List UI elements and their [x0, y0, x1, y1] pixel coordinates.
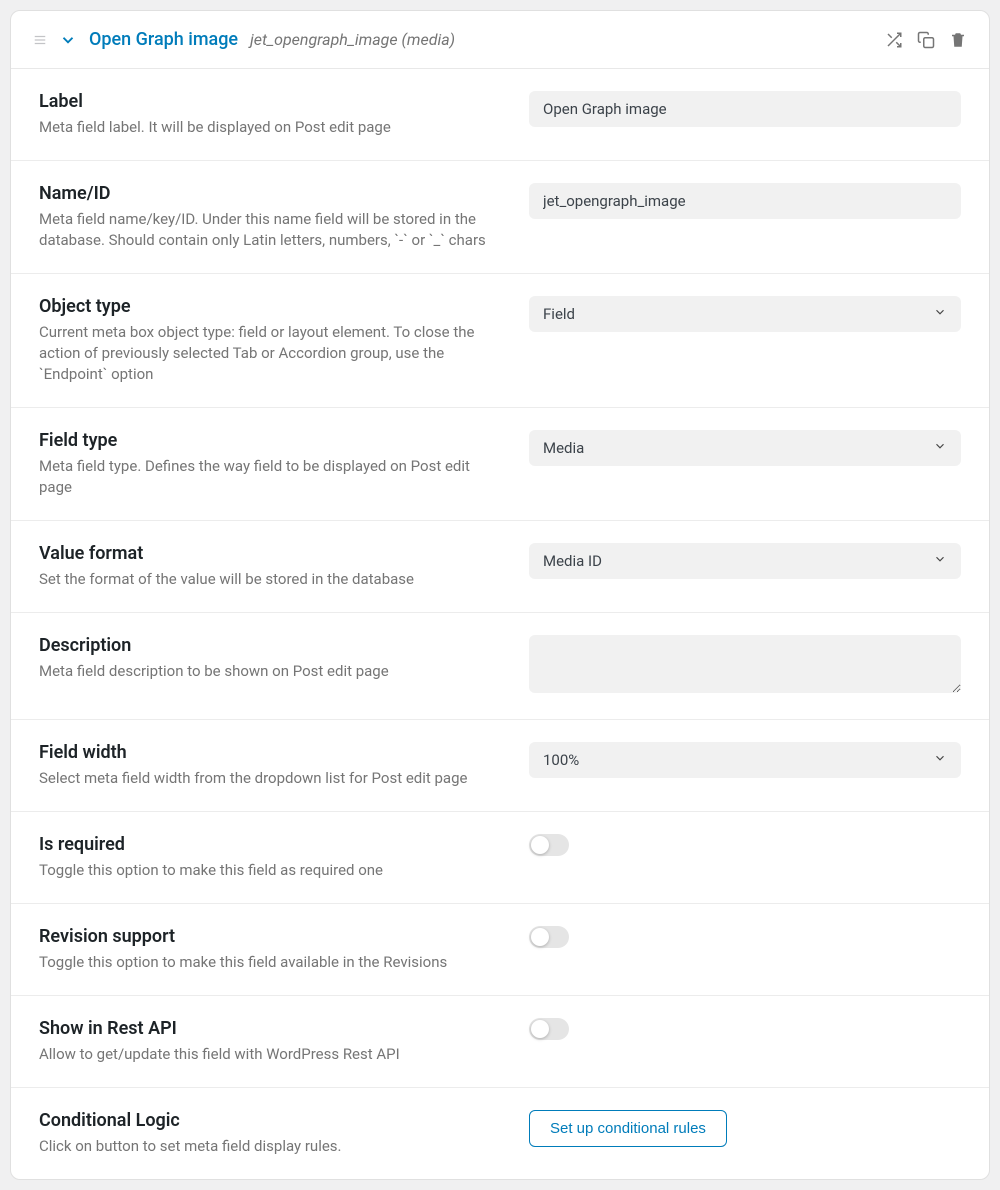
field-width-title: Field width: [39, 742, 489, 763]
field-width-select[interactable]: 100%: [529, 742, 961, 778]
panel-title: Open Graph image: [89, 29, 238, 50]
row-is-required: Is required Toggle this option to make t…: [11, 812, 989, 904]
description-desc: Meta field description to be shown on Po…: [39, 661, 489, 682]
is-required-toggle[interactable]: [529, 834, 569, 856]
row-field-width: Field width Select meta field width from…: [11, 720, 989, 812]
drag-handle-icon[interactable]: [33, 33, 47, 47]
is-required-title: Is required: [39, 834, 489, 855]
is-required-desc: Toggle this option to make this field as…: [39, 860, 489, 881]
field-type-select[interactable]: Media: [529, 430, 961, 466]
shuffle-icon[interactable]: [885, 31, 903, 49]
row-conditional: Conditional Logic Click on button to set…: [11, 1088, 989, 1179]
conditional-title: Conditional Logic: [39, 1110, 489, 1131]
object-type-select[interactable]: Field: [529, 296, 961, 332]
row-value-format: Value format Set the format of the value…: [11, 521, 989, 613]
meta-field-panel: Open Graph image jet_opengraph_image (me…: [10, 10, 990, 1180]
revision-desc: Toggle this option to make this field av…: [39, 952, 489, 973]
name-id-title: Name/ID: [39, 183, 489, 204]
label-desc: Meta field label. It will be displayed o…: [39, 117, 489, 138]
show-rest-title: Show in Rest API: [39, 1018, 489, 1039]
collapse-toggle-icon[interactable]: [59, 31, 77, 49]
row-label: Label Meta field label. It will be displ…: [11, 69, 989, 161]
conditional-rules-button[interactable]: Set up conditional rules: [529, 1110, 727, 1147]
value-format-title: Value format: [39, 543, 489, 564]
description-title: Description: [39, 635, 489, 656]
trash-icon[interactable]: [949, 31, 967, 49]
row-field-type: Field type Meta field type. Defines the …: [11, 408, 989, 521]
object-type-desc: Current meta box object type: field or l…: [39, 322, 489, 385]
name-id-desc: Meta field name/key/ID. Under this name …: [39, 209, 489, 251]
field-type-title: Field type: [39, 430, 489, 451]
show-rest-desc: Allow to get/update this field with Word…: [39, 1044, 489, 1065]
row-description: Description Meta field description to be…: [11, 613, 989, 720]
field-width-desc: Select meta field width from the dropdow…: [39, 768, 489, 789]
row-name-id: Name/ID Meta field name/key/ID. Under th…: [11, 161, 989, 274]
object-type-title: Object type: [39, 296, 489, 317]
show-rest-toggle[interactable]: [529, 1018, 569, 1040]
conditional-desc: Click on button to set meta field displa…: [39, 1136, 489, 1157]
copy-icon[interactable]: [917, 31, 935, 49]
row-object-type: Object type Current meta box object type…: [11, 274, 989, 408]
value-format-select[interactable]: Media ID: [529, 543, 961, 579]
description-textarea[interactable]: [529, 635, 961, 693]
row-revision-support: Revision support Toggle this option to m…: [11, 904, 989, 996]
name-id-input[interactable]: [529, 183, 961, 219]
label-title: Label: [39, 91, 489, 112]
row-show-rest: Show in Rest API Allow to get/update thi…: [11, 996, 989, 1088]
label-input[interactable]: [529, 91, 961, 127]
value-format-desc: Set the format of the value will be stor…: [39, 569, 489, 590]
revision-title: Revision support: [39, 926, 489, 947]
revision-toggle[interactable]: [529, 926, 569, 948]
field-type-desc: Meta field type. Defines the way field t…: [39, 456, 489, 498]
panel-actions: [885, 31, 967, 49]
panel-header: Open Graph image jet_opengraph_image (me…: [11, 11, 989, 69]
panel-subtitle: jet_opengraph_image (media): [250, 30, 455, 49]
